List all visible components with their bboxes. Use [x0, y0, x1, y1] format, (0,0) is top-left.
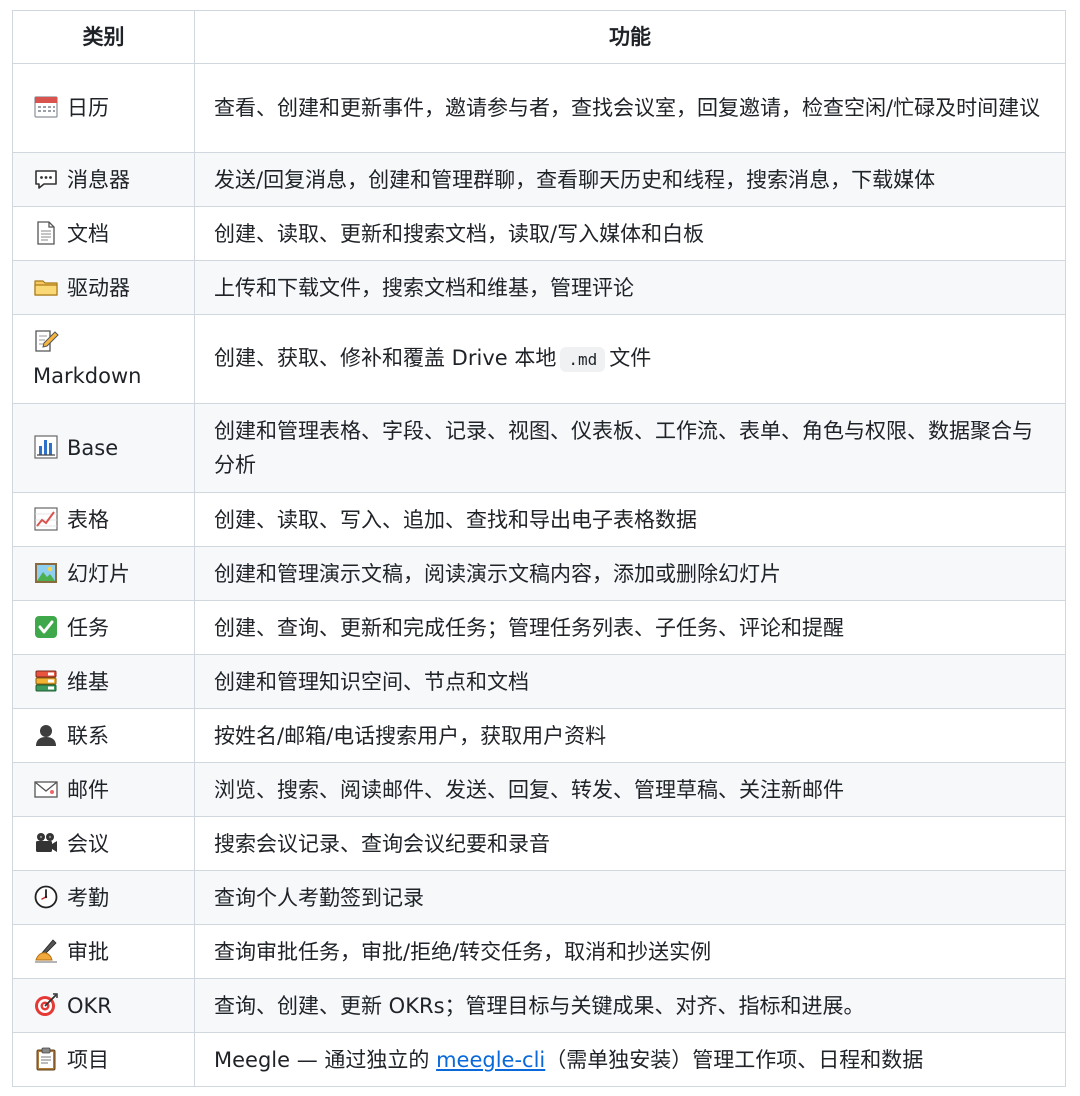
inline-code: .md: [560, 347, 606, 372]
category-label: 文档: [67, 221, 109, 246]
table-row: 考勤 查询个人考勤签到记录: [12, 870, 1066, 925]
function-text-before: Meegle — 通过独立的: [214, 1047, 437, 1072]
calendar-icon: [33, 94, 59, 120]
table-row: 邮件 浏览、搜索、阅读邮件、发送、回复、转发、管理草稿、关注新邮件: [12, 762, 1066, 817]
function-cell: 查看、创建和更新事件，邀请参与者，查找会议室，回复邀请，检查空闲/忙碌及时间建议: [194, 63, 1066, 153]
category-label: 联系: [67, 723, 109, 748]
table-header-row: 类别 功能: [12, 10, 1066, 64]
table-row: 文档 创建、读取、更新和搜索文档，读取/写入媒体和白板: [12, 206, 1066, 261]
category-cell: 任务: [12, 600, 195, 655]
capabilities-table: 类别 功能 日历 查看、创建和更新事件，邀请参与者，查找会议室，回复邀请，检查空…: [12, 10, 1066, 1087]
books-icon: [33, 668, 59, 694]
category-cell: 审批: [12, 924, 195, 979]
document-icon: [33, 220, 59, 246]
category-label: 任务: [67, 615, 109, 640]
table-row: 会议 搜索会议记录、查询会议纪要和录音: [12, 816, 1066, 871]
category-cell: 幻灯片: [12, 546, 195, 601]
function-text-before: 创建、获取、修补和覆盖 Drive 本地: [214, 346, 557, 370]
function-cell: 按姓名/邮箱/电话搜索用户，获取用户资料: [194, 708, 1066, 763]
bar-chart-icon: [33, 434, 59, 460]
writing-hand-icon: [33, 938, 59, 964]
table-row: 日历 查看、创建和更新事件，邀请参与者，查找会议室，回复邀请，检查空闲/忙碌及时…: [12, 63, 1066, 153]
category-cell: 联系: [12, 708, 195, 763]
meegle-cli-link[interactable]: meegle-cli: [436, 1048, 545, 1072]
category-label: Base: [67, 436, 119, 460]
category-label: Markdown: [33, 364, 142, 388]
table-row: Base 创建和管理表格、字段、记录、视图、仪表板、工作流、表单、角色与权限、数…: [12, 403, 1066, 493]
category-label: 表格: [67, 507, 109, 532]
function-cell: 创建、查询、更新和完成任务；管理任务列表、子任务、评论和提醒: [194, 600, 1066, 655]
table-row: 项目 Meegle — 通过独立的 meegle-cli（需单独安装）管理工作项…: [12, 1032, 1066, 1087]
function-cell: 创建、读取、更新和搜索文档，读取/写入媒体和白板: [194, 206, 1066, 261]
table-row: 维基 创建和管理知识空间、节点和文档: [12, 654, 1066, 709]
table-row: 驱动器 上传和下载文件，搜索文档和维基，管理评论: [12, 260, 1066, 315]
user-silhouette-icon: [33, 722, 59, 748]
envelope-icon: [33, 776, 59, 802]
category-label: 驱动器: [67, 275, 130, 300]
target-icon: [33, 992, 59, 1018]
category-cell: 日历: [12, 63, 195, 153]
category-label: 维基: [67, 669, 109, 694]
category-cell: OKR: [12, 978, 195, 1033]
category-cell: 文档: [12, 206, 195, 261]
category-label: 项目: [67, 1047, 109, 1072]
clock-icon: [33, 884, 59, 910]
function-cell: 创建、读取、写入、追加、查找和导出电子表格数据: [194, 492, 1066, 547]
memo-icon: [33, 328, 59, 354]
table-row: 消息器 发送/回复消息，创建和管理群聊，查看聊天历史和线程，搜索消息，下载媒体: [12, 152, 1066, 207]
speech-bubble-icon: [33, 166, 59, 192]
category-cell: Base: [12, 403, 195, 493]
category-cell: 考勤: [12, 870, 195, 925]
table-row: Markdown 创建、获取、修补和覆盖 Drive 本地 .md 文件: [12, 314, 1066, 404]
function-cell: 上传和下载文件，搜索文档和维基，管理评论: [194, 260, 1066, 315]
function-cell: 发送/回复消息，创建和管理群聊，查看聊天历史和线程，搜索消息，下载媒体: [194, 152, 1066, 207]
picture-icon: [33, 560, 59, 586]
category-cell: 会议: [12, 816, 195, 871]
movie-camera-icon: [33, 830, 59, 856]
function-text-after: （需单独安装）管理工作项、日程和数据: [545, 1047, 924, 1072]
table-row: OKR 查询、创建、更新 OKRs；管理目标与关键成果、对齐、指标和进展。: [12, 978, 1066, 1033]
category-label: 幻灯片: [67, 561, 130, 586]
function-cell: 创建和管理表格、字段、记录、视图、仪表板、工作流、表单、角色与权限、数据聚合与分…: [194, 403, 1066, 493]
category-label: 日历: [67, 96, 109, 120]
category-label: 邮件: [67, 777, 109, 802]
function-cell: Meegle — 通过独立的 meegle-cli（需单独安装）管理工作项、日程…: [194, 1032, 1066, 1087]
function-cell: 创建、获取、修补和覆盖 Drive 本地 .md 文件: [194, 314, 1066, 404]
table-row: 审批 查询审批任务，审批/拒绝/转交任务，取消和抄送实例: [12, 924, 1066, 979]
function-cell: 浏览、搜索、阅读邮件、发送、回复、转发、管理草稿、关注新邮件: [194, 762, 1066, 817]
table-row: 任务 创建、查询、更新和完成任务；管理任务列表、子任务、评论和提醒: [12, 600, 1066, 655]
function-cell: 查询、创建、更新 OKRs；管理目标与关键成果、对齐、指标和进展。: [194, 978, 1066, 1033]
category-cell: 维基: [12, 654, 195, 709]
check-mark-icon: [33, 614, 59, 640]
category-label: 消息器: [67, 167, 130, 192]
table-row: 表格 创建、读取、写入、追加、查找和导出电子表格数据: [12, 492, 1066, 547]
function-cell: 创建和管理演示文稿，阅读演示文稿内容，添加或删除幻灯片: [194, 546, 1066, 601]
category-cell: 表格: [12, 492, 195, 547]
category-label: 审批: [67, 939, 109, 964]
category-cell: Markdown: [12, 314, 195, 404]
function-cell: 查询个人考勤签到记录: [194, 870, 1066, 925]
table-row: 幻灯片 创建和管理演示文稿，阅读演示文稿内容，添加或删除幻灯片: [12, 546, 1066, 601]
category-label: OKR: [67, 993, 112, 1018]
function-cell: 创建和管理知识空间、节点和文档: [194, 654, 1066, 709]
capabilities-table-container: 类别 功能 日历 查看、创建和更新事件，邀请参与者，查找会议室，回复邀请，检查空…: [12, 10, 1066, 1087]
category-label: 会议: [67, 831, 109, 856]
category-cell: 消息器: [12, 152, 195, 207]
header-category: 类别: [12, 10, 195, 64]
category-cell: 邮件: [12, 762, 195, 817]
folder-icon: [33, 274, 59, 300]
category-cell: 项目: [12, 1032, 195, 1087]
function-cell: 查询审批任务，审批/拒绝/转交任务，取消和抄送实例: [194, 924, 1066, 979]
category-cell: 驱动器: [12, 260, 195, 315]
function-text-after: 文件: [609, 346, 652, 370]
line-chart-icon: [33, 506, 59, 532]
function-cell: 搜索会议记录、查询会议纪要和录音: [194, 816, 1066, 871]
header-function: 功能: [194, 10, 1066, 64]
clipboard-icon: [33, 1046, 59, 1072]
category-label: 考勤: [67, 885, 109, 910]
table-row: 联系 按姓名/邮箱/电话搜索用户，获取用户资料: [12, 708, 1066, 763]
